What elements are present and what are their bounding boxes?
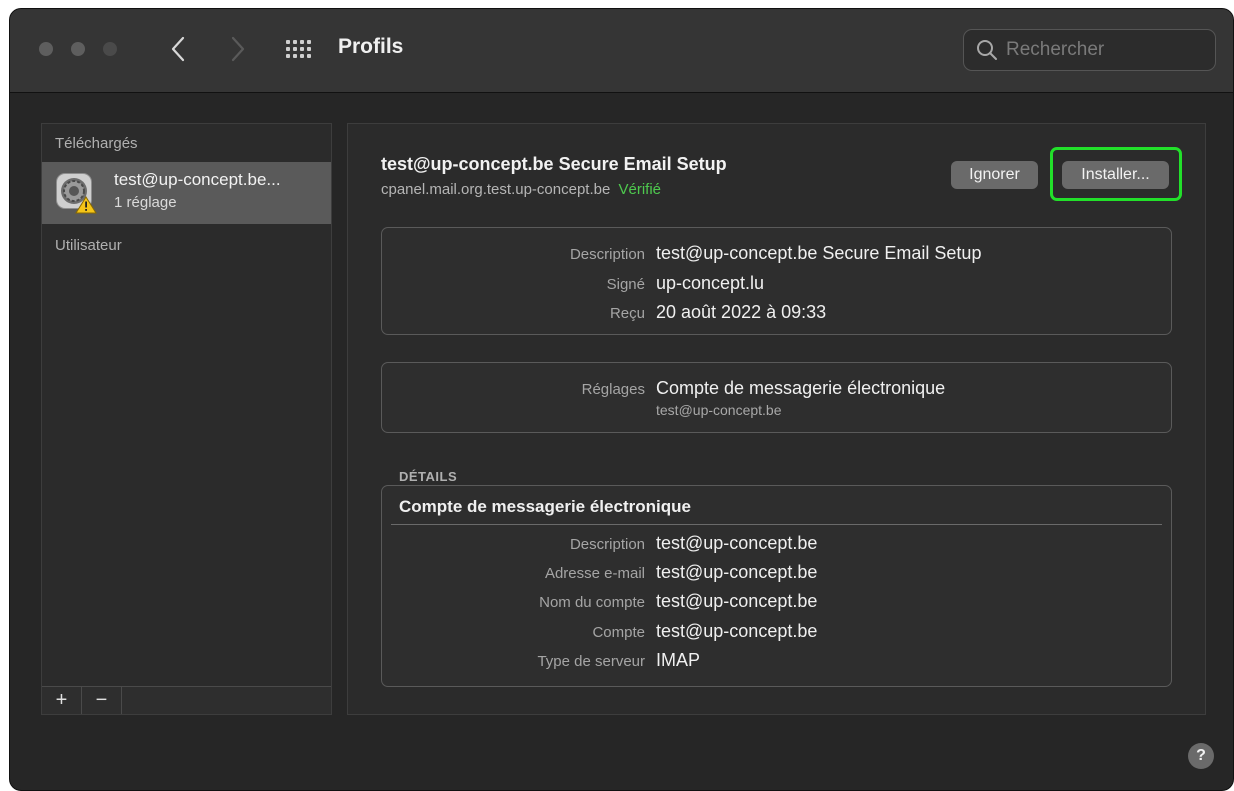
- summary-row: Description test@up-concept.be Secure Em…: [382, 242, 1171, 270]
- back-button[interactable]: [163, 31, 193, 67]
- profile-identifier-line: cpanel.mail.org.test.up-concept.be Vérif…: [381, 181, 661, 198]
- details-value: test@up-concept.be: [656, 562, 818, 582]
- remove-profile-button[interactable]: −: [82, 687, 122, 714]
- profile-settings-count: 1 réglage: [114, 194, 177, 211]
- search-field[interactable]: [963, 29, 1216, 71]
- close-window-button[interactable]: [39, 42, 53, 56]
- chevron-right-icon: [231, 36, 245, 62]
- show-all-button[interactable]: [284, 37, 314, 63]
- settings-value: Compte de messagerie électronique: [656, 378, 946, 398]
- install-button[interactable]: Installer...: [1062, 161, 1169, 189]
- summary-key: Reçu: [609, 305, 645, 322]
- settings-sub-email: test@up-concept.be: [656, 402, 782, 418]
- details-value: test@up-concept.be: [656, 533, 818, 553]
- settings-key: Réglages: [581, 381, 645, 398]
- details-key: Description: [569, 536, 645, 553]
- details-row: Type de serveur IMAP: [382, 649, 1171, 677]
- details-key: Type de serveur: [537, 653, 645, 670]
- summary-key: Signé: [606, 276, 645, 293]
- profile-name: test@up-concept.be...: [114, 170, 281, 189]
- details-row: Description test@up-concept.be: [382, 532, 1171, 560]
- details-box: Compte de messagerie électronique Descri…: [381, 485, 1172, 687]
- title-bar: Profils: [10, 9, 1233, 93]
- search-input[interactable]: [1006, 39, 1206, 61]
- section-user-label: Utilisateur: [55, 237, 122, 254]
- summary-row: Reçu 20 août 2022 à 09:33: [382, 301, 1171, 329]
- details-value: IMAP: [656, 650, 701, 670]
- section-downloaded-label: Téléchargés: [55, 135, 138, 152]
- details-title: Compte de messagerie électronique: [399, 497, 691, 516]
- profile-identifier: cpanel.mail.org.test.up-concept.be: [381, 181, 611, 198]
- summary-key: Description: [569, 246, 645, 263]
- details-section-label: DÉTAILS: [399, 469, 458, 484]
- summary-value: test@up-concept.be Secure Email Setup: [656, 243, 982, 263]
- details-key: Adresse e-mail: [544, 565, 645, 582]
- system-preferences-window: Profils Téléchargés: [9, 8, 1234, 791]
- profiles-sidebar: Téléchargés test@up-concept.be... 1 régl…: [41, 123, 332, 715]
- help-button[interactable]: ?: [1188, 743, 1214, 769]
- settings-gear-warning-icon: [54, 171, 98, 215]
- ignore-button[interactable]: Ignorer: [951, 161, 1038, 189]
- settings-box: Réglages Compte de messagerie électroniq…: [381, 362, 1172, 433]
- chevron-left-icon: [171, 36, 185, 62]
- profile-detail-panel: test@up-concept.be Secure Email Setup cp…: [347, 123, 1206, 715]
- sidebar-toolbar: + −: [42, 686, 331, 714]
- details-row: Nom du compte test@up-concept.be: [382, 590, 1171, 618]
- settings-row: Réglages Compte de messagerie électroniq…: [382, 377, 1171, 405]
- summary-row: Signé up-concept.lu: [382, 272, 1171, 300]
- summary-value: 20 août 2022 à 09:33: [656, 302, 827, 322]
- details-divider: [391, 524, 1162, 525]
- search-icon: [977, 40, 997, 60]
- forward-button[interactable]: [223, 31, 253, 67]
- details-key: Nom du compte: [539, 594, 645, 611]
- details-row: Adresse e-mail test@up-concept.be: [382, 561, 1171, 589]
- summary-value: up-concept.lu: [656, 273, 765, 293]
- window-title: Profils: [338, 35, 404, 58]
- details-value: test@up-concept.be: [656, 621, 818, 641]
- profile-summary-box: Description test@up-concept.be Secure Em…: [381, 227, 1172, 335]
- sidebar-profile-item[interactable]: test@up-concept.be... 1 réglage: [42, 162, 331, 224]
- zoom-window-button[interactable]: [103, 42, 117, 56]
- details-value: test@up-concept.be: [656, 591, 818, 611]
- details-row: Compte test@up-concept.be: [382, 620, 1171, 648]
- minimize-window-button[interactable]: [71, 42, 85, 56]
- profile-title: test@up-concept.be Secure Email Setup: [381, 154, 727, 174]
- verified-status: Vérifié: [618, 181, 662, 198]
- details-key: Compte: [592, 624, 645, 641]
- add-profile-button[interactable]: +: [42, 687, 82, 714]
